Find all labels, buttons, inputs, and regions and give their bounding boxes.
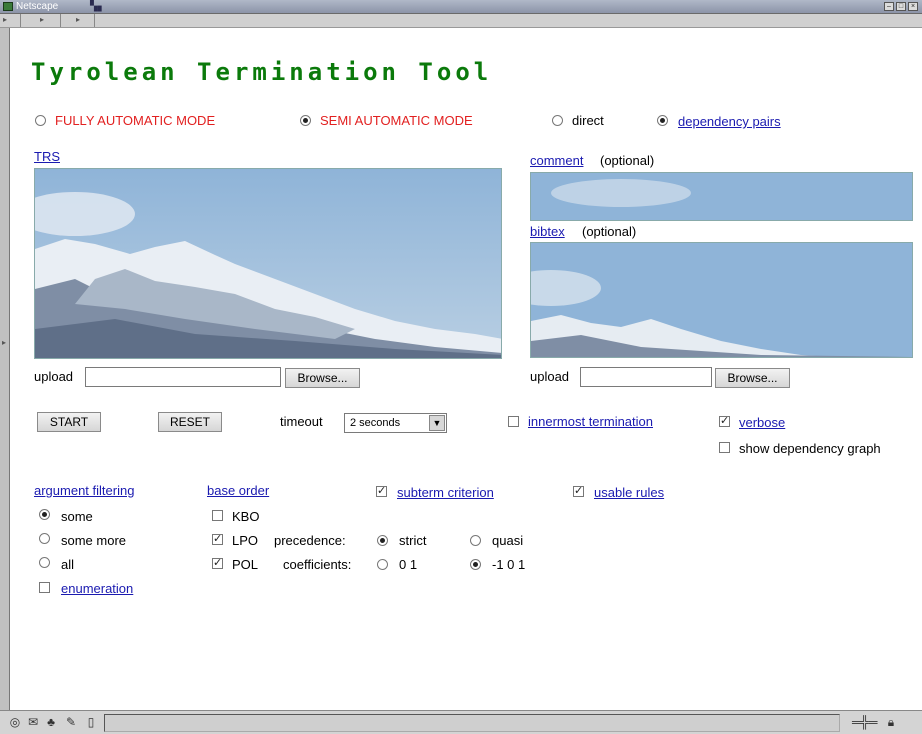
enumeration-checkbox[interactable]: [39, 582, 50, 593]
show-graph-label: show dependency graph: [739, 441, 881, 456]
direct-radio[interactable]: [552, 115, 563, 126]
kbo-checkbox[interactable]: [212, 510, 223, 521]
timeout-select[interactable]: 2 seconds ▼: [344, 413, 447, 433]
lock-icon[interactable]: 🔒︎: [884, 715, 898, 729]
arg-filter-some-more-label: some more: [61, 533, 127, 548]
status-bar: ◎ ✉ ♣ ✎ ▯ ═╬═ 🔒︎: [0, 710, 922, 734]
direct-label: direct: [572, 113, 604, 128]
arg-filter-all-label: all: [61, 557, 75, 572]
precedence-quasi-label: quasi: [492, 533, 524, 548]
reset-button[interactable]: RESET: [158, 412, 222, 432]
usable-rules-link[interactable]: usable rules: [594, 485, 664, 500]
window-title: Netscape: [16, 1, 59, 12]
upload-label: upload: [530, 369, 570, 384]
coefficients-m101-label: -1 0 1: [492, 557, 526, 572]
sidebar-grip[interactable]: ▸: [0, 28, 10, 710]
coefficients-01-label: 0 1: [399, 557, 418, 572]
bibtex-optional-label: (optional): [582, 224, 637, 239]
kbo-label: KBO: [232, 509, 260, 524]
connection-icon: ═╬═: [852, 715, 878, 729]
minimize-button[interactable]: –: [884, 2, 894, 11]
precedence-label: precedence:: [274, 533, 346, 548]
pol-label: POL: [232, 557, 259, 572]
comment-optional-label: (optional): [600, 153, 655, 168]
people-icon[interactable]: ♣: [44, 715, 58, 729]
semi-automatic-radio[interactable]: [300, 115, 311, 126]
chevron-down-icon[interactable]: ▼: [429, 415, 445, 431]
page-content: Tyrolean Termination Tool FULLY AUTOMATI…: [10, 28, 922, 710]
dependency-pairs-radio[interactable]: [657, 115, 668, 126]
trs-upload-field[interactable]: [85, 367, 281, 387]
lpo-checkbox[interactable]: [212, 532, 223, 545]
grip-arrow-icon[interactable]: ▸: [76, 15, 80, 24]
innermost-termination-link[interactable]: innermost termination: [528, 414, 653, 429]
fully-automatic-label: FULLY AUTOMATIC MODE: [55, 113, 216, 128]
grip-arrow-icon[interactable]: ▸: [40, 15, 44, 24]
trs-textarea[interactable]: [34, 168, 502, 359]
bibtex-link[interactable]: bibtex: [530, 224, 565, 239]
verbose-link[interactable]: verbose: [739, 415, 785, 430]
semi-automatic-label: SEMI AUTOMATIC MODE: [320, 113, 473, 128]
lpo-label: LPO: [232, 533, 259, 548]
arg-filter-all-radio[interactable]: [39, 557, 50, 568]
page-icon[interactable]: ▯: [84, 715, 98, 729]
navigator-icon[interactable]: ◎: [8, 715, 22, 729]
base-order-link[interactable]: base order: [207, 483, 269, 498]
toolbar-grip-strip: ▸ ▸ ▸: [0, 14, 922, 28]
arg-filter-some-label: some: [61, 509, 93, 524]
grip-arrow-icon[interactable]: ▸: [3, 15, 7, 24]
show-graph-checkbox[interactable]: [719, 442, 730, 453]
bibtex-browse-button[interactable]: Browse...: [715, 368, 790, 388]
bibtex-upload-field[interactable]: [580, 367, 712, 387]
trs-link[interactable]: TRS: [34, 149, 60, 164]
verbose-checkbox[interactable]: [719, 414, 730, 427]
upload-label: upload: [34, 369, 74, 384]
trs-browse-button[interactable]: Browse...: [285, 368, 360, 388]
grip-arrow-icon[interactable]: ▸: [2, 338, 6, 347]
pol-checkbox[interactable]: [212, 556, 223, 569]
comment-link[interactable]: comment: [530, 153, 583, 168]
innermost-checkbox[interactable]: [508, 416, 519, 427]
start-button[interactable]: START: [37, 412, 101, 432]
mail-icon[interactable]: ✉: [26, 715, 40, 729]
dependency-pairs-link[interactable]: dependency pairs: [678, 114, 781, 129]
bibtex-textarea[interactable]: [530, 242, 913, 358]
arg-filter-some-radio[interactable]: [39, 509, 50, 520]
netscape-app-icon: [3, 2, 13, 11]
status-text-area: [104, 714, 840, 732]
coefficients-01-radio[interactable]: [377, 559, 388, 570]
coefficients-label: coefficients:: [283, 557, 352, 572]
subterm-criterion-link[interactable]: subterm criterion: [397, 485, 494, 500]
comment-textarea[interactable]: [530, 172, 913, 221]
subterm-criterion-checkbox[interactable]: [376, 484, 387, 497]
coefficients-m101-radio[interactable]: [470, 559, 481, 570]
mountain-background: [35, 169, 501, 358]
usable-rules-checkbox[interactable]: [573, 484, 584, 497]
page-title: Tyrolean Termination Tool: [31, 58, 493, 86]
mountain-background: [531, 243, 912, 357]
taskbar-icon: ▚▖: [90, 1, 106, 12]
argument-filtering-link[interactable]: argument filtering: [34, 483, 134, 498]
arg-filter-some-more-radio[interactable]: [39, 533, 50, 544]
window-titlebar: Netscape ▚▖ – □ ×: [0, 0, 922, 14]
enumeration-link[interactable]: enumeration: [61, 581, 133, 596]
composer-icon[interactable]: ✎: [64, 715, 78, 729]
fully-automatic-radio[interactable]: [35, 115, 46, 126]
precedence-strict-label: strict: [399, 533, 427, 548]
maximize-button[interactable]: □: [896, 2, 906, 11]
mountain-background: [531, 173, 912, 220]
timeout-label: timeout: [280, 414, 323, 429]
precedence-quasi-radio[interactable]: [470, 535, 481, 546]
close-button[interactable]: ×: [908, 2, 918, 11]
timeout-value: 2 seconds: [350, 417, 401, 429]
precedence-strict-radio[interactable]: [377, 535, 388, 546]
